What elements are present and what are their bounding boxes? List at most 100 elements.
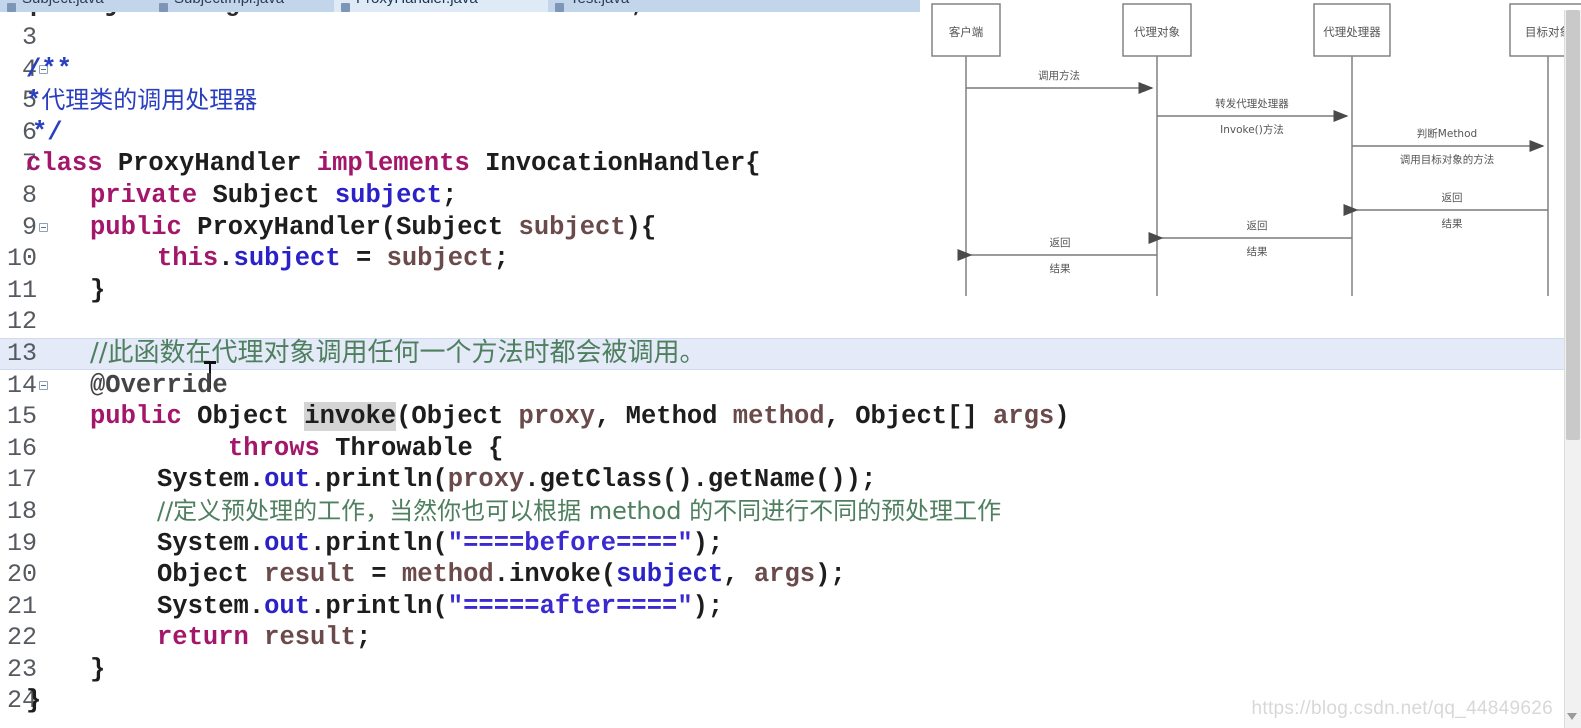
line-number: 21 [6,591,37,621]
lifeline-client: 客户端 [931,3,1001,296]
code-row[interactable]: 23 } [0,654,1565,686]
tab-label: SubjectImpl.java [174,0,284,7]
paren-close: ) [1054,402,1070,432]
system-ref: System. [157,528,265,558]
code-text: } [26,686,42,716]
semicolon: ; [493,244,510,274]
code-text: @Override [90,370,228,400]
code-row[interactable]: 21 System.out.println("=====after===="); [0,591,1565,623]
code-text: public Object invoke(Object proxy, Metho… [90,401,1070,433]
java-file-icon [7,3,16,12]
field-subject: subject [616,560,724,590]
code-text: throws Throwable { [228,433,503,465]
keyword-public: public [90,212,182,242]
line-number: 15 [6,402,37,432]
line-number: 20 [6,560,37,590]
code-text: this.subject = subject; [157,243,509,275]
param-name: subject [518,212,626,242]
chevron-down-icon[interactable] [1567,713,1577,720]
message-sublabel: Invoke()方法 [1220,123,1284,136]
code-row[interactable]: 22 return result; [0,622,1565,654]
code-row[interactable]: 19 System.out.println("====before===="); [0,528,1565,560]
code-row-current[interactable]: 13 //此函数在代理对象调用任何一个方法时都会被调用。 [0,337,1565,389]
sequence-diagram-svg: 客户端 代理对象 代理处理器 目标对象 调用方法 转发代理处理器 Invoke(… [931,3,1581,296]
code-row[interactable]: 20 Object result = method.invoke(subject… [0,559,1565,591]
code-row[interactable]: 15 public Object invoke(Object proxy, Me… [0,401,1565,433]
keyword-throws: throws [228,433,320,463]
java-file-icon [341,3,350,12]
line-number: 10 [6,244,37,274]
code-row[interactable]: 17 System.out.println(proxy.getClass().g… [0,464,1565,496]
field-out: out [264,591,311,621]
call-close: ); [815,560,846,590]
lifeline-label: 客户端 [949,25,984,39]
code-row[interactable]: 14 @Override [0,370,1565,402]
message-label: 转发代理处理器 [1215,97,1289,110]
message-sublabel: 调用目标对象的方法 [1400,153,1495,166]
code-row[interactable]: 18 //定义预处理的工作，当然你也可以根据 method 的不同进行不同的预处… [0,496,1565,528]
code-text: System.out.println(proxy.getClass().getN… [157,464,876,496]
param-type: (Object [396,402,504,432]
comment-chinese-post: 代理对象调用任何一个方法时都会被调用。 [211,337,706,368]
invoke-call: .invoke( [493,560,617,590]
param-args: args [992,402,1055,432]
tab-proxyhandler-java[interactable]: ProxyHandler.java [334,0,570,12]
field-out: out [264,528,311,558]
dot: . [218,244,234,274]
message-label: 返回 [1442,192,1463,204]
clipped-code-text: import java.lang.reflect.InvocationHandl… [0,12,645,19]
line-number: 12 [6,307,37,337]
keyword-public: public [90,402,182,432]
message-sublabel: 结果 [1247,245,1269,258]
param-method: method [401,560,494,590]
tab-label: Test.java [570,0,629,7]
brace: ){ [625,212,657,242]
line-number: 18 [6,496,37,526]
code-row[interactable]: 12 [0,306,1565,338]
javadoc-chinese-text: 代理类的调用处理器 [41,86,258,115]
code-text: System.out.println("=====after===="); [157,591,723,623]
call-close: ); [692,528,724,558]
code-text: //此函数在代理对象调用任何一个方法时都会被调用。 [90,337,706,389]
tab-subjectimpl-java[interactable]: SubjectImpl.java [152,0,358,12]
code-text: } [90,654,106,684]
tab-test-java[interactable]: Test.java [548,0,680,12]
keyword-private: private [90,180,198,210]
interface-name: InvocationHandler{ [485,149,761,179]
message-return-proxy-to-client: 返回 结果 [957,237,1157,275]
code-text: public ProxyHandler(Subject subject){ [90,212,656,244]
string-literal: "====before====" [447,528,693,558]
keyword-class: class [26,149,103,179]
line-number: 3 [21,23,37,52]
local-var-type: Object [157,560,249,590]
comment-chinese-pre: //此函数在 [90,337,212,368]
scrollbar-thumb[interactable] [1566,10,1580,440]
uml-sequence-diagram-overlay: 客户端 代理对象 代理处理器 目标对象 调用方法 转发代理处理器 Invoke(… [920,0,1581,300]
code-text: } [90,275,106,305]
message-judge-method: 判断Method 调用目标对象的方法 [1352,127,1545,166]
call-chain: .getClass().getName()); [524,465,877,495]
code-row[interactable]: 16 throws Throwable { [0,433,1565,465]
code-text: *代理类的调用处理器 [26,85,257,118]
lifeline-proxy-handler: 代理处理器 [1313,3,1391,296]
line-number: 14 [6,370,37,400]
semicolon: ; [355,623,372,653]
tab-label: ProxyHandler.java [356,0,478,7]
message-sublabel: 结果 [1442,217,1464,230]
system-ref: System. [157,591,265,621]
code-text: /** [26,54,72,84]
line-number: 13 [6,338,37,368]
method-name-invoke: invoke [304,402,397,432]
line-number: 17 [6,465,37,495]
assign-op: = [355,560,402,590]
tab-label: Subject.java [22,0,104,7]
system-ref: System. [157,465,265,495]
message-return-handler-to-proxy: 返回 结果 [1148,220,1352,258]
vertical-scrollbar[interactable] [1564,10,1581,728]
lifeline-proxy-object: 代理对象 [1122,3,1192,296]
line-number: 9 [21,212,37,242]
message-sublabel: 结果 [1050,262,1072,275]
fold-toggle-icon[interactable] [39,380,48,390]
tab-subject-java[interactable]: Subject.java [0,0,176,12]
fold-toggle-icon[interactable] [39,222,48,232]
